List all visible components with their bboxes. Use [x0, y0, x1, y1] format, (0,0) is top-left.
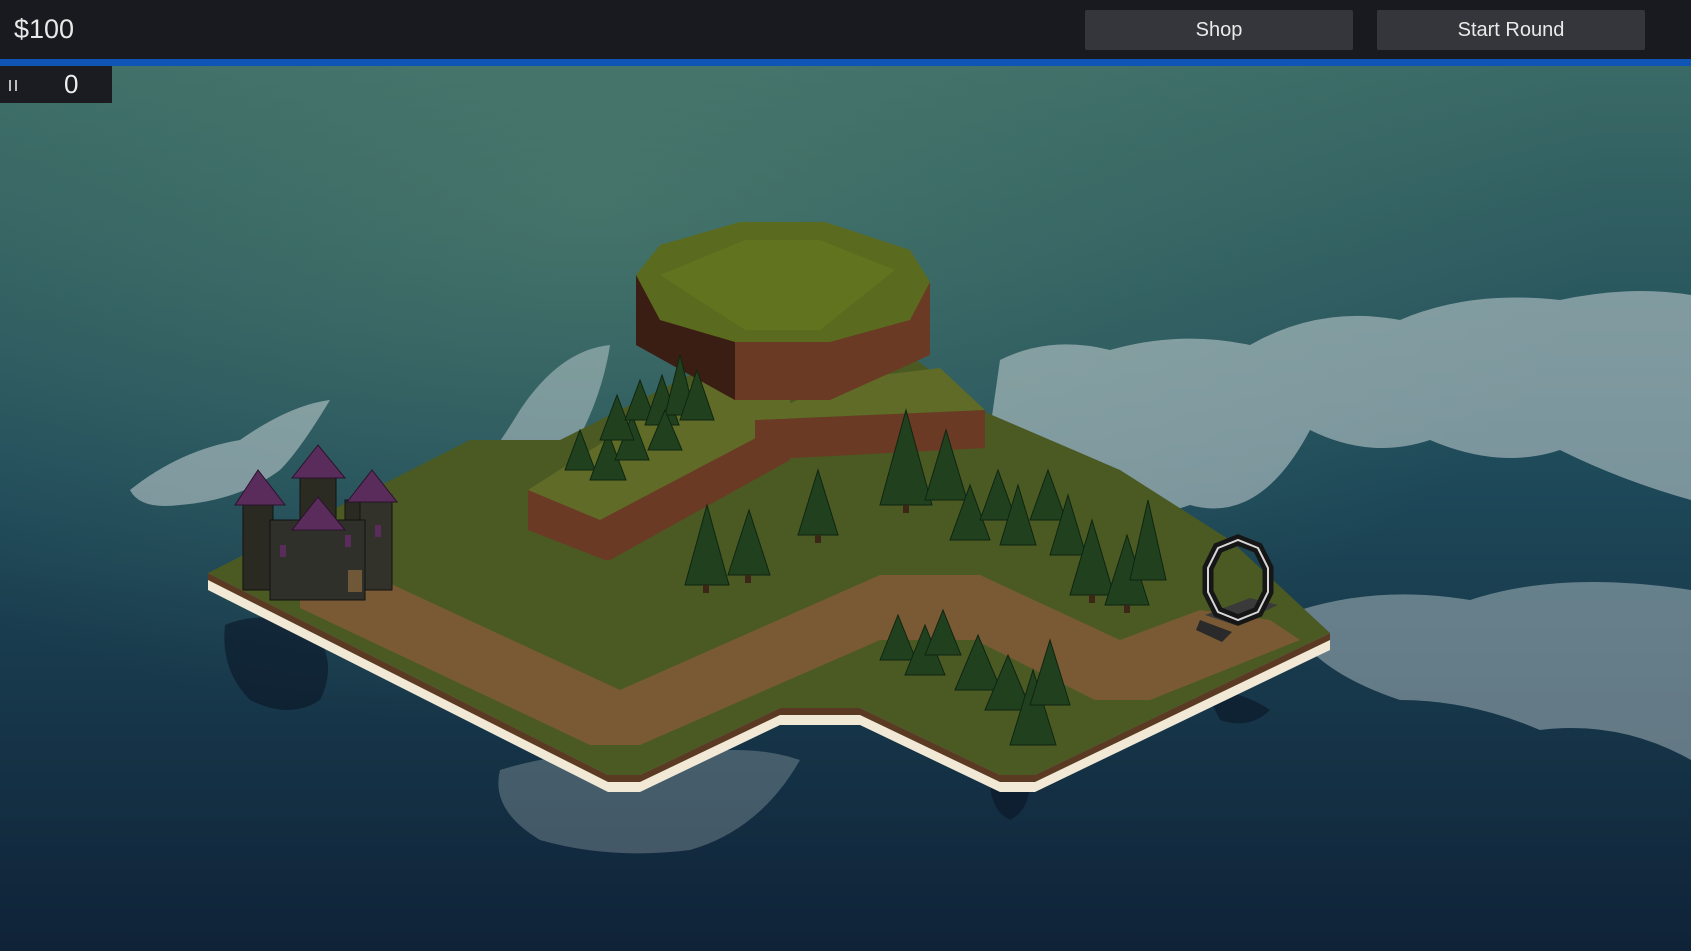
castle-gate: [348, 570, 362, 592]
game-scene[interactable]: [0, 66, 1691, 951]
money-display: $100: [14, 14, 75, 44]
start-round-button[interactable]: Start Round: [1377, 10, 1645, 50]
top-bar: $100 Shop Start Round: [0, 0, 1691, 59]
shop-button[interactable]: Shop: [1085, 10, 1353, 50]
pause-icon[interactable]: [8, 80, 20, 92]
round-counter: 0: [64, 69, 79, 99]
accent-bar: [0, 59, 1691, 66]
round-panel: 0: [0, 66, 112, 103]
